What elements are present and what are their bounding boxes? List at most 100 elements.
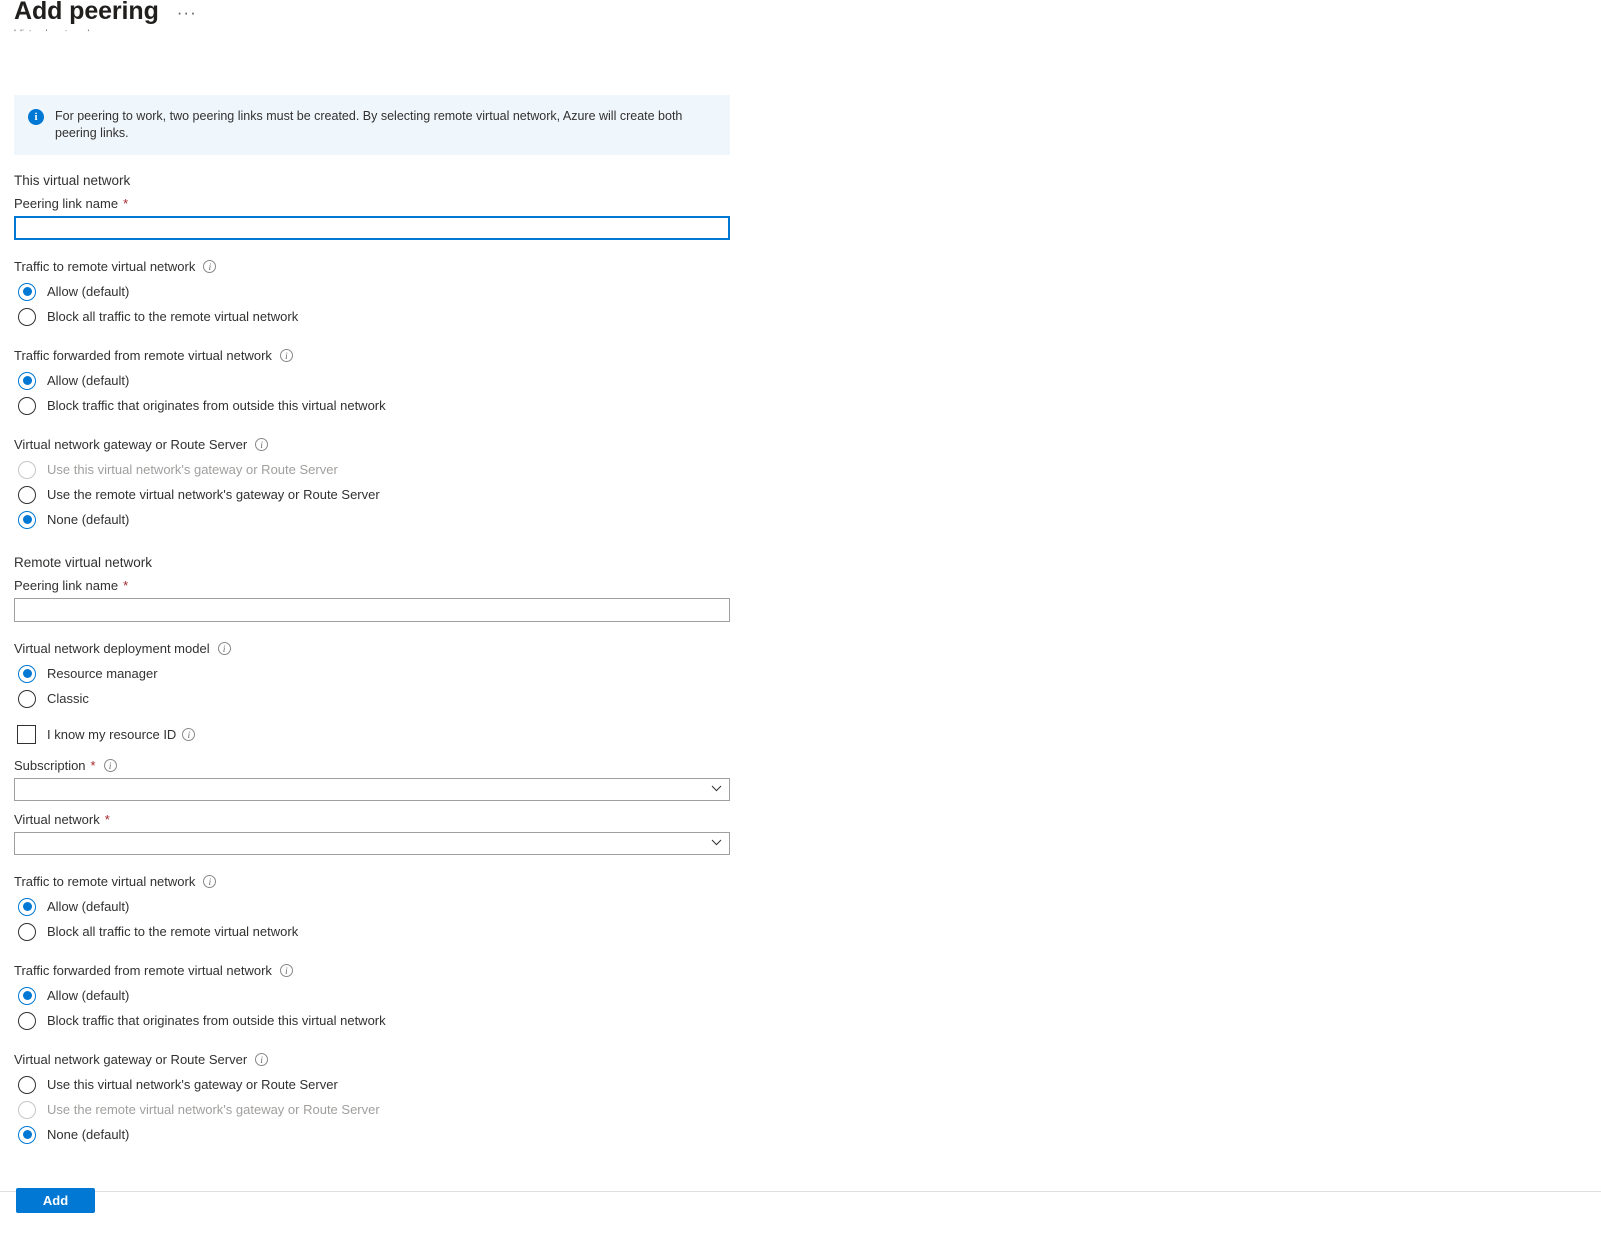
required-asterisk: * xyxy=(91,757,96,774)
label-this-traffic-forwarded: Traffic forwarded from remote virtual ne… xyxy=(14,347,754,364)
radio-label: Use this virtual network's gateway or Ro… xyxy=(47,461,338,478)
info-icon[interactable]: i xyxy=(255,1053,268,1066)
radio-remote-traffic-forwarded-allow[interactable]: Allow (default) xyxy=(14,983,754,1008)
label-text: Traffic forwarded from remote virtual ne… xyxy=(14,347,272,364)
label-subscription: Subscription * i xyxy=(14,757,754,774)
label-text: Traffic to remote virtual network xyxy=(14,258,195,275)
radio-deployment-model-resource-manager[interactable]: Resource manager xyxy=(14,661,754,686)
label-text: Virtual network gateway or Route Server xyxy=(14,436,247,453)
radio-label: Resource manager xyxy=(47,665,158,682)
radio-label: Allow (default) xyxy=(47,283,129,300)
radio-label: None (default) xyxy=(47,511,129,528)
info-icon[interactable]: i xyxy=(203,875,216,888)
radio-this-traffic-forwarded-block[interactable]: Block traffic that originates from outsi… xyxy=(14,393,754,418)
info-icon[interactable]: i xyxy=(255,438,268,451)
add-button[interactable]: Add xyxy=(16,1188,95,1213)
radio-indicator xyxy=(18,690,36,708)
info-icon[interactable]: i xyxy=(280,964,293,977)
radio-label: Use the remote virtual network's gateway… xyxy=(47,1101,380,1118)
radio-label: Allow (default) xyxy=(47,898,129,915)
label-text: Virtual network xyxy=(14,811,100,828)
info-icon[interactable]: i xyxy=(182,728,195,741)
overflow-menu-button[interactable]: ··· xyxy=(173,6,201,20)
radio-label: Block all traffic to the remote virtual … xyxy=(47,923,298,940)
radio-this-gateway-use-remote[interactable]: Use the remote virtual network's gateway… xyxy=(14,482,754,507)
required-asterisk: * xyxy=(105,811,110,828)
virtual-network-dropdown[interactable] xyxy=(14,832,730,855)
info-icon[interactable]: i xyxy=(203,260,216,273)
blade-header: Add peering ··· xyxy=(14,0,201,26)
radio-indicator xyxy=(18,1126,36,1144)
label-deployment-model: Virtual network deployment model i xyxy=(14,640,754,657)
info-banner-text: For peering to work, two peering links m… xyxy=(55,108,710,142)
radio-label: Allow (default) xyxy=(47,987,129,1004)
footer-separator xyxy=(0,1191,1601,1192)
radio-indicator xyxy=(18,308,36,326)
radio-this-traffic-to-remote-allow[interactable]: Allow (default) xyxy=(14,279,754,304)
label-text: Peering link name xyxy=(14,577,118,594)
checkbox-indicator xyxy=(17,725,36,744)
radio-indicator xyxy=(18,461,36,479)
label-remote-traffic-forwarded: Traffic forwarded from remote virtual ne… xyxy=(14,962,754,979)
radio-indicator xyxy=(18,511,36,529)
radio-label: Block traffic that originates from outsi… xyxy=(47,397,386,414)
radio-indicator xyxy=(18,1101,36,1119)
info-icon[interactable]: i xyxy=(104,759,117,772)
label-remote-traffic-to-remote: Traffic to remote virtual network i xyxy=(14,873,754,890)
label-text: Subscription xyxy=(14,757,86,774)
label-text: Peering link name xyxy=(14,195,118,212)
radio-label: Use this virtual network's gateway or Ro… xyxy=(47,1076,338,1093)
info-icon[interactable]: i xyxy=(218,642,231,655)
required-asterisk: * xyxy=(123,577,128,594)
radio-indicator xyxy=(18,372,36,390)
radio-label: None (default) xyxy=(47,1126,129,1143)
blade-subtitle: Virtual network xyxy=(14,26,93,42)
radio-deployment-model-classic[interactable]: Classic xyxy=(14,686,754,711)
info-icon[interactable]: i xyxy=(280,349,293,362)
label-remote-gateway: Virtual network gateway or Route Server … xyxy=(14,1051,754,1068)
label-this-traffic-to-remote: Traffic to remote virtual network i xyxy=(14,258,754,275)
section-title-remote-vnet: Remote virtual network xyxy=(14,554,754,572)
radio-this-gateway-use-this: Use this virtual network's gateway or Ro… xyxy=(14,457,754,482)
radio-this-traffic-to-remote-block[interactable]: Block all traffic to the remote virtual … xyxy=(14,304,754,329)
this-peering-link-name-input[interactable] xyxy=(14,216,730,240)
checkbox-label-text: I know my resource ID xyxy=(47,727,176,742)
label-text: Traffic forwarded from remote virtual ne… xyxy=(14,962,272,979)
radio-label: Block traffic that originates from outsi… xyxy=(47,1012,386,1029)
radio-remote-traffic-to-remote-allow[interactable]: Allow (default) xyxy=(14,894,754,919)
radio-label: Classic xyxy=(47,690,89,707)
label-remote-peering-link-name: Peering link name * xyxy=(14,577,754,594)
radio-indicator xyxy=(18,923,36,941)
label-virtual-network: Virtual network * xyxy=(14,811,754,828)
remote-peering-link-name-input[interactable] xyxy=(14,598,730,622)
radio-indicator xyxy=(18,1076,36,1094)
radio-this-traffic-forwarded-allow[interactable]: Allow (default) xyxy=(14,368,754,393)
label-this-peering-link-name: Peering link name * xyxy=(14,195,754,212)
radio-this-gateway-none[interactable]: None (default) xyxy=(14,507,754,532)
radio-label: Allow (default) xyxy=(47,372,129,389)
radio-remote-traffic-to-remote-block[interactable]: Block all traffic to the remote virtual … xyxy=(14,919,754,944)
radio-remote-gateway-none[interactable]: None (default) xyxy=(14,1122,754,1147)
radio-remote-traffic-forwarded-block[interactable]: Block traffic that originates from outsi… xyxy=(14,1008,754,1033)
radio-indicator xyxy=(18,665,36,683)
radio-indicator xyxy=(18,486,36,504)
label-text: Traffic to remote virtual network xyxy=(14,873,195,890)
checkbox-label: I know my resource ID i xyxy=(47,727,195,742)
info-banner: i For peering to work, two peering links… xyxy=(14,95,730,155)
radio-indicator xyxy=(18,987,36,1005)
subscription-dropdown[interactable] xyxy=(14,778,730,801)
info-circle-icon: i xyxy=(28,109,44,125)
page-title: Add peering xyxy=(14,0,159,26)
subscription-selected-value[interactable] xyxy=(14,778,730,801)
radio-label: Use the remote virtual network's gateway… xyxy=(47,486,380,503)
label-text: Virtual network deployment model xyxy=(14,640,210,657)
add-peering-form: This virtual network Peering link name *… xyxy=(14,172,754,1147)
radio-remote-gateway-use-this[interactable]: Use this virtual network's gateway or Ro… xyxy=(14,1072,754,1097)
radio-indicator xyxy=(18,397,36,415)
radio-remote-gateway-use-remote: Use the remote virtual network's gateway… xyxy=(14,1097,754,1122)
label-text: Virtual network gateway or Route Server xyxy=(14,1051,247,1068)
label-this-gateway: Virtual network gateway or Route Server … xyxy=(14,436,754,453)
virtual-network-selected-value[interactable] xyxy=(14,832,730,855)
checkbox-know-resource-id[interactable]: I know my resource ID i xyxy=(14,721,754,747)
section-title-this-vnet: This virtual network xyxy=(14,172,754,190)
